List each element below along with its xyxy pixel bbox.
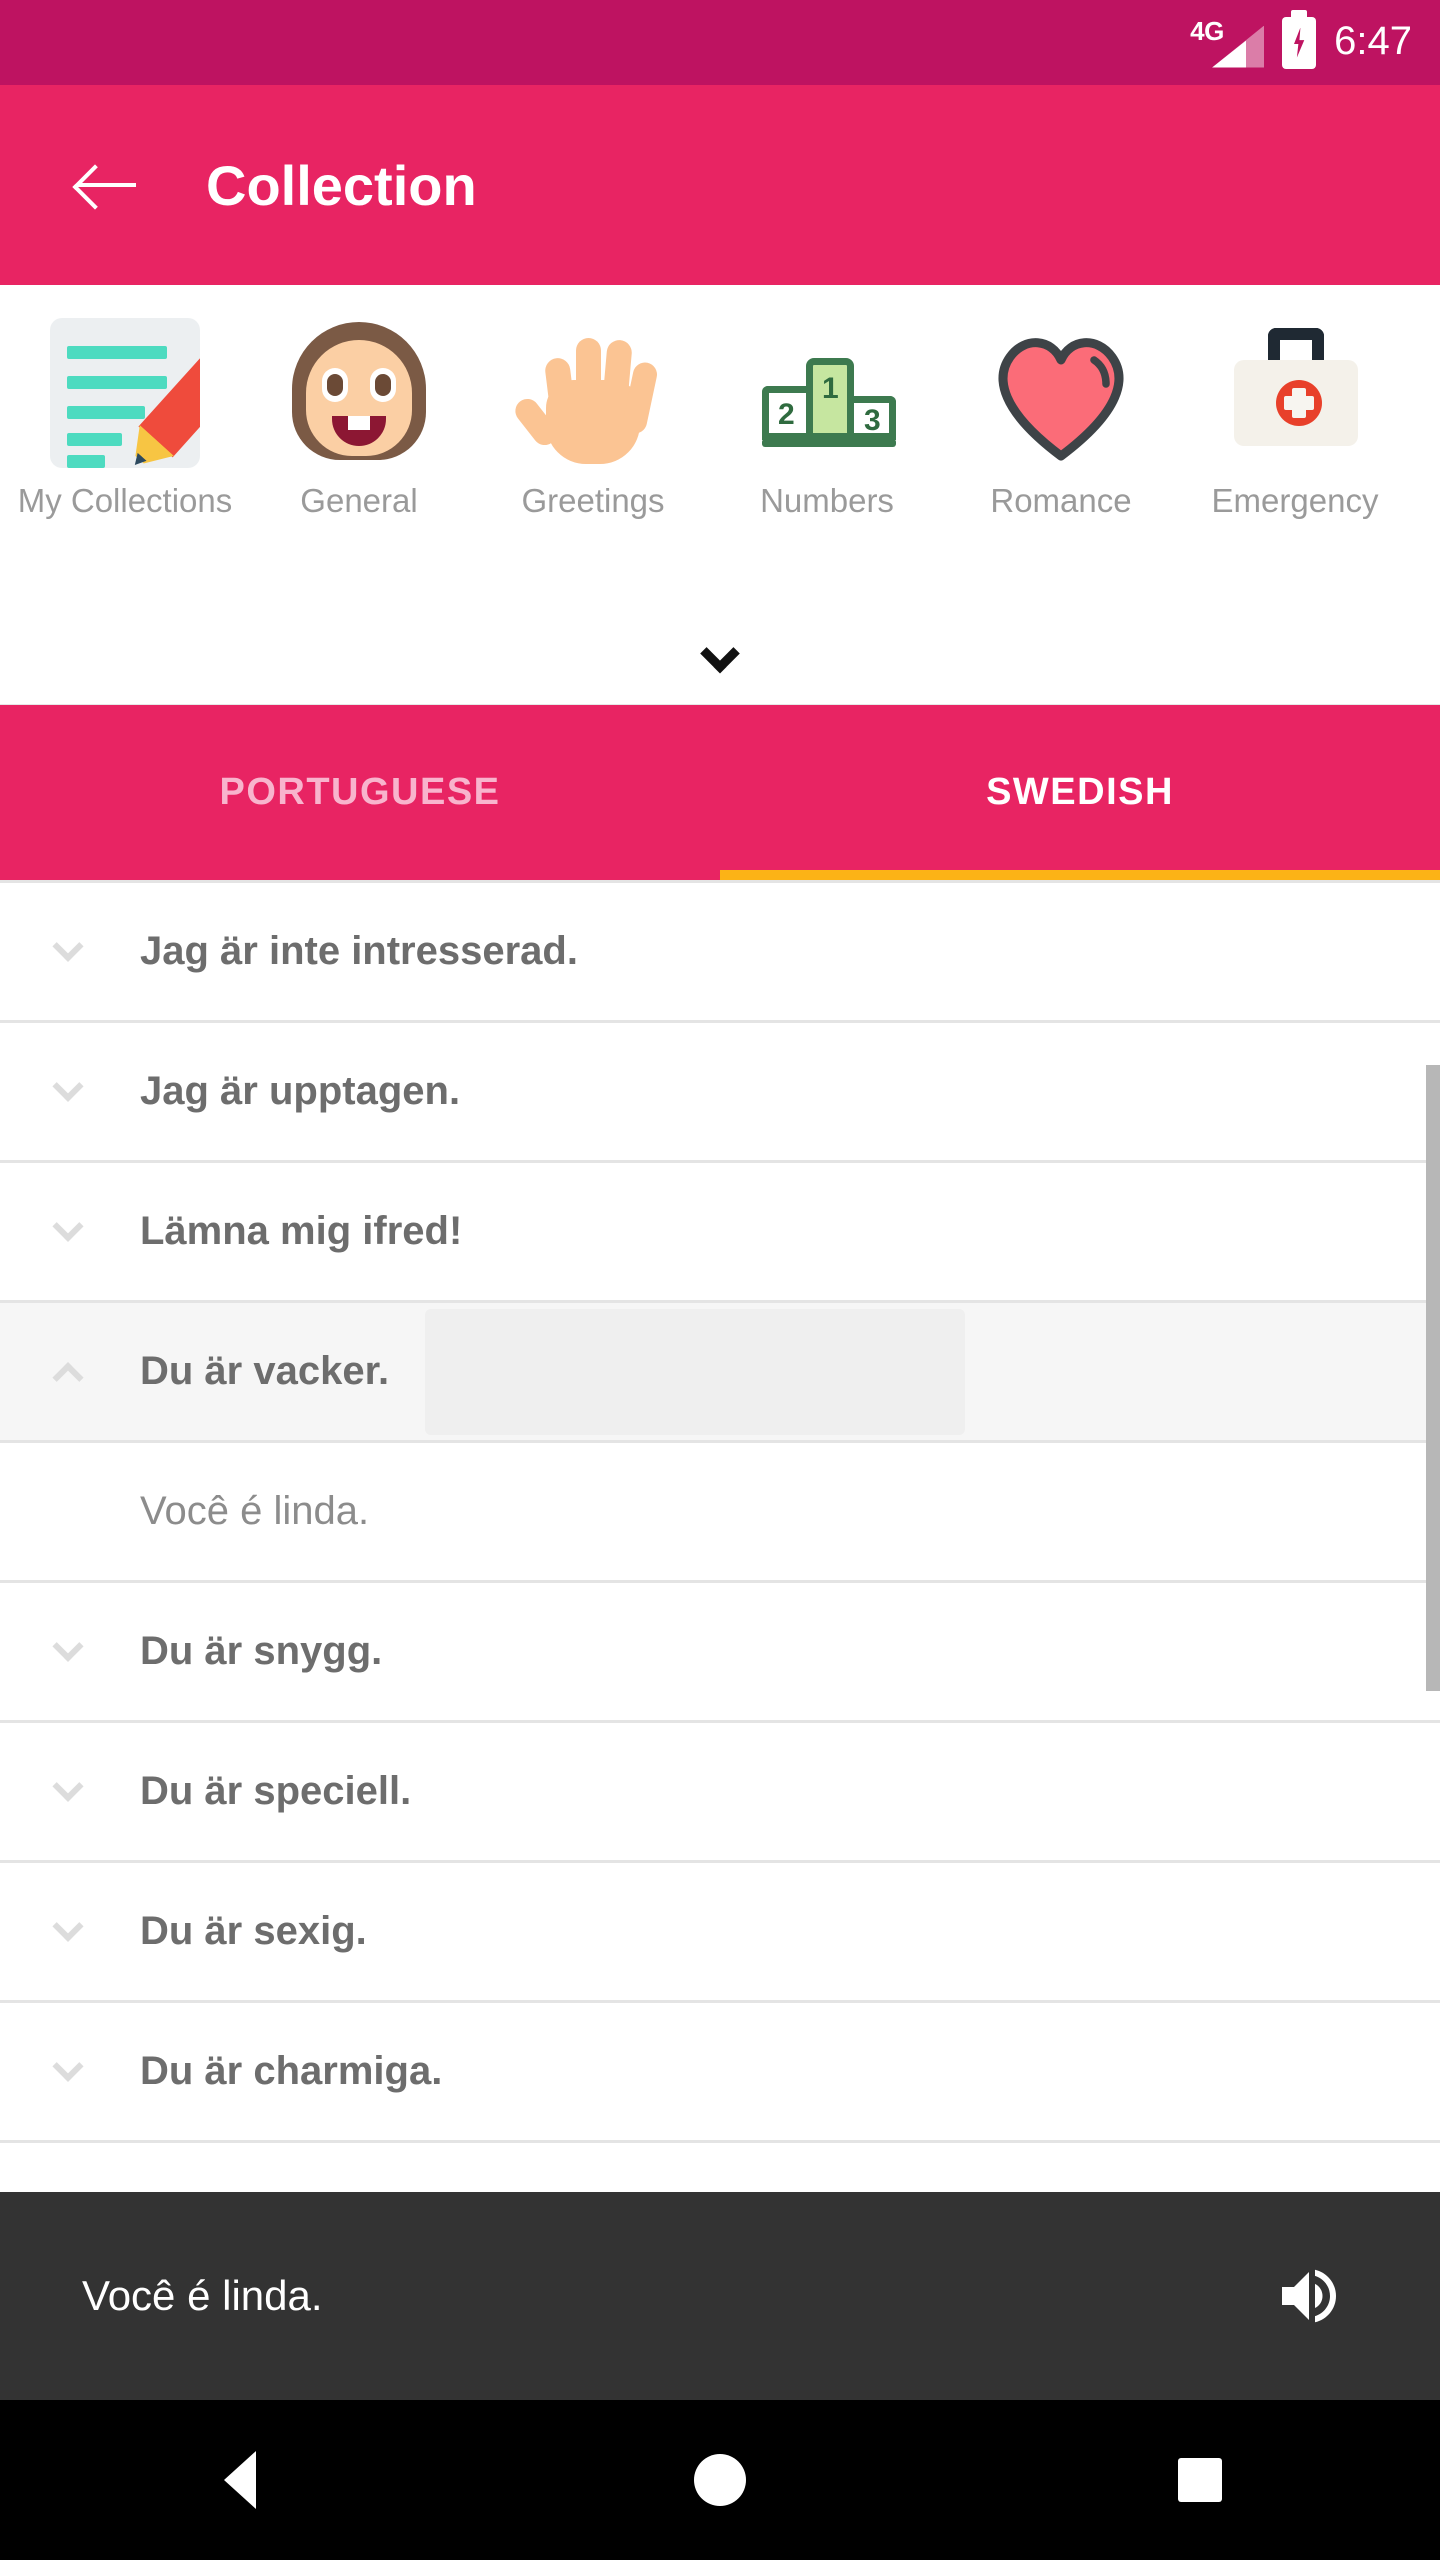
phrase-text: Du är charmiga. (140, 2049, 443, 2093)
touch-ripple (425, 1309, 965, 1435)
phrase-text: Du är vacker. (140, 1349, 390, 1393)
podium-icon: 213 (747, 313, 907, 473)
list-item[interactable]: Du är charmiga. (0, 2003, 1440, 2143)
chevron-down-icon[interactable] (38, 930, 98, 963)
phrase-text: Lämna mig ifred! (140, 1209, 463, 1253)
category-label: Numbers (760, 482, 894, 519)
android-nav-bar (0, 2400, 1440, 2560)
category-item-greetings[interactable]: Greetings (476, 313, 710, 523)
phrase-text: Du är speciell. (140, 1769, 412, 1813)
chevron-down-icon[interactable] (38, 1910, 98, 1943)
chevron-down-icon[interactable] (38, 1770, 98, 1803)
chevron-down-icon[interactable] (38, 1210, 98, 1243)
category-label: Romance (990, 482, 1132, 519)
nav-back-button[interactable] (0, 2451, 480, 2509)
volume-up-icon (1282, 2269, 1336, 2323)
category-item-emergency[interactable]: Emergency (1178, 313, 1412, 523)
back-arrow-icon (78, 163, 138, 207)
status-bar: 4G 6:47 (0, 0, 1440, 85)
category-item-my-collections[interactable]: My Collections (8, 313, 242, 523)
tab-portuguese[interactable]: PORTUGUESE (0, 705, 720, 880)
category-label: Greetings (521, 482, 665, 519)
signal-bars-icon (1212, 25, 1265, 68)
back-button[interactable] (48, 125, 168, 245)
nav-recents-icon (1178, 2458, 1222, 2502)
player-phrase-text: Você é linda. (82, 2272, 323, 2319)
chevron-down-icon[interactable] (38, 2050, 98, 2083)
memo-pencil-icon (45, 313, 205, 473)
category-label: General (300, 482, 418, 519)
list-item[interactable]: Du är sexig. (0, 1863, 1440, 2003)
tab-swedish[interactable]: SWEDISH (720, 705, 1440, 880)
tab-label: PORTUGUESE (219, 771, 501, 813)
list-item-expanded[interactable]: Du är vacker. (0, 1303, 1440, 1443)
category-row: My Collections General Greetings 2 1 3 N… (0, 285, 1440, 523)
list-item[interactable]: Du är snygg. (0, 1583, 1440, 1723)
category-label: My Collections (17, 482, 233, 519)
scrollbar-thumb[interactable] (1426, 1065, 1440, 1691)
raised-hand-icon (510, 313, 673, 473)
chevron-up-icon[interactable] (38, 1361, 98, 1393)
app-screen: 4G 6:47 Collection My Collections Genera… (0, 0, 1440, 2560)
nav-home-button[interactable] (480, 2454, 960, 2506)
category-label: Emergency (1211, 482, 1379, 519)
category-item-romance[interactable]: Romance (944, 313, 1178, 523)
chevron-down-icon[interactable] (38, 1630, 98, 1663)
category-item-general[interactable]: General (242, 313, 476, 523)
girl-face-icon (279, 313, 439, 473)
tab-label: SWEDISH (986, 771, 1174, 813)
list-item[interactable]: Du är speciell. (0, 1723, 1440, 1863)
audio-player-bar: Você é linda. (0, 2192, 1440, 2400)
heart-icon (981, 313, 1141, 473)
status-bar-clock: 6:47 (1334, 19, 1412, 63)
phrase-text: Jag är upptagen. (140, 1069, 461, 1113)
status-bar-icons: 4G 6:47 (1190, 9, 1412, 72)
list-item[interactable]: Lämna mig ifred! (0, 1163, 1440, 1303)
signal-4g-icon: 4G (1190, 14, 1265, 72)
chevron-down-icon[interactable] (38, 1070, 98, 1103)
phrase-text: Du är snygg. (140, 1629, 383, 1673)
battery-charging-icon (1282, 9, 1317, 69)
play-audio-button[interactable] (1266, 2253, 1352, 2339)
phrase-list[interactable]: Jag är inte intresserad. Jag är upptagen… (0, 880, 1440, 2180)
nav-back-icon (224, 2451, 256, 2509)
chevron-down-icon (700, 633, 740, 674)
expand-categories-button[interactable] (685, 633, 755, 687)
app-bar: Collection (0, 85, 1440, 285)
language-tab-bar: PORTUGUESE SWEDISH (0, 705, 1440, 880)
category-item-numbers[interactable]: 213 Numbers (710, 313, 944, 523)
nav-home-icon (694, 2454, 746, 2506)
page-title: Collection (206, 153, 477, 217)
phrase-text: Jag är inte intresserad. (140, 929, 578, 973)
phrase-text: Du är sexig. (140, 1909, 367, 1953)
nav-recents-button[interactable] (960, 2458, 1440, 2502)
category-strip: My Collections General Greetings 2 1 3 N… (0, 285, 1440, 705)
first-aid-kit-icon (1215, 313, 1375, 473)
translation-text: Você é linda. (140, 1489, 370, 1533)
list-item[interactable]: Jag är inte intresserad. (0, 883, 1440, 1023)
translation-row[interactable]: Você é linda. (0, 1443, 1440, 1583)
list-item[interactable]: Jag är upptagen. (0, 1023, 1440, 1163)
